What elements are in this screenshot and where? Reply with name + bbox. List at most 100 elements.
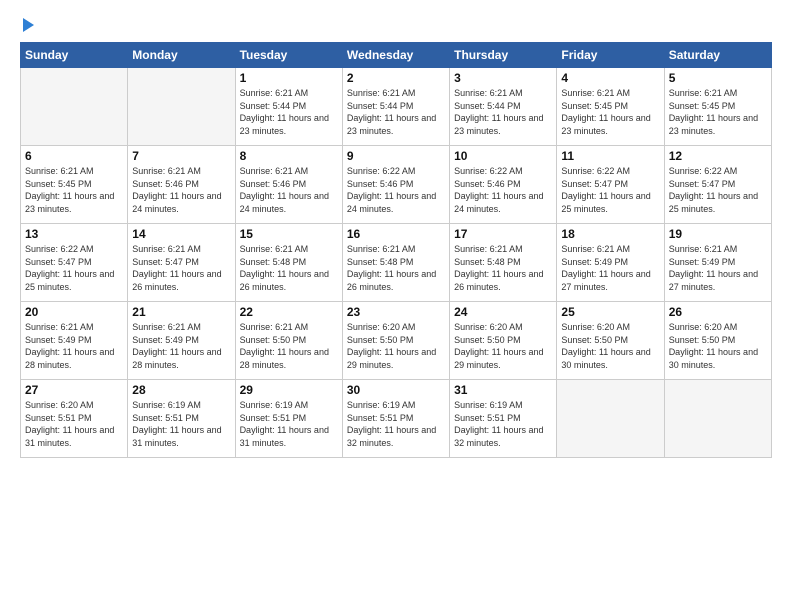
day-number: 28: [132, 383, 230, 397]
day-info: Sunrise: 6:21 AM Sunset: 5:48 PM Dayligh…: [347, 243, 445, 293]
day-info: Sunrise: 6:21 AM Sunset: 5:46 PM Dayligh…: [132, 165, 230, 215]
day-info: Sunrise: 6:21 AM Sunset: 5:46 PM Dayligh…: [240, 165, 338, 215]
day-number: 10: [454, 149, 552, 163]
calendar-cell: 24 Sunrise: 6:20 AM Sunset: 5:50 PM Dayli…: [450, 302, 557, 380]
day-info: Sunrise: 6:21 AM Sunset: 5:48 PM Dayligh…: [454, 243, 552, 293]
day-number: 12: [669, 149, 767, 163]
day-number: 1: [240, 71, 338, 85]
calendar-cell: 2 Sunrise: 6:21 AM Sunset: 5:44 PM Daylig…: [342, 68, 449, 146]
day-info: Sunrise: 6:21 AM Sunset: 5:45 PM Dayligh…: [25, 165, 123, 215]
calendar-cell: 3 Sunrise: 6:21 AM Sunset: 5:44 PM Daylig…: [450, 68, 557, 146]
day-number: 17: [454, 227, 552, 241]
day-info: Sunrise: 6:22 AM Sunset: 5:47 PM Dayligh…: [25, 243, 123, 293]
day-number: 4: [561, 71, 659, 85]
day-info: Sunrise: 6:22 AM Sunset: 5:46 PM Dayligh…: [347, 165, 445, 215]
day-number: 11: [561, 149, 659, 163]
day-info: Sunrise: 6:21 AM Sunset: 5:44 PM Dayligh…: [347, 87, 445, 137]
week-row-4: 20 Sunrise: 6:21 AM Sunset: 5:49 PM Dayli…: [21, 302, 772, 380]
calendar: SundayMondayTuesdayWednesdayThursdayFrid…: [20, 42, 772, 458]
day-number: 13: [25, 227, 123, 241]
calendar-body: 1 Sunrise: 6:21 AM Sunset: 5:44 PM Daylig…: [21, 68, 772, 458]
calendar-cell: 26 Sunrise: 6:20 AM Sunset: 5:50 PM Dayli…: [664, 302, 771, 380]
day-info: Sunrise: 6:20 AM Sunset: 5:50 PM Dayligh…: [454, 321, 552, 371]
calendar-cell: 15 Sunrise: 6:21 AM Sunset: 5:48 PM Dayli…: [235, 224, 342, 302]
day-info: Sunrise: 6:21 AM Sunset: 5:45 PM Dayligh…: [669, 87, 767, 137]
calendar-cell: 16 Sunrise: 6:21 AM Sunset: 5:48 PM Dayli…: [342, 224, 449, 302]
logo: [20, 18, 34, 32]
day-info: Sunrise: 6:20 AM Sunset: 5:50 PM Dayligh…: [669, 321, 767, 371]
day-number: 2: [347, 71, 445, 85]
day-number: 20: [25, 305, 123, 319]
day-info: Sunrise: 6:19 AM Sunset: 5:51 PM Dayligh…: [454, 399, 552, 449]
day-info: Sunrise: 6:19 AM Sunset: 5:51 PM Dayligh…: [240, 399, 338, 449]
calendar-header-sunday: Sunday: [21, 43, 128, 68]
day-number: 30: [347, 383, 445, 397]
day-info: Sunrise: 6:21 AM Sunset: 5:44 PM Dayligh…: [454, 87, 552, 137]
calendar-cell: [128, 68, 235, 146]
day-info: Sunrise: 6:21 AM Sunset: 5:44 PM Dayligh…: [240, 87, 338, 137]
calendar-cell: 8 Sunrise: 6:21 AM Sunset: 5:46 PM Daylig…: [235, 146, 342, 224]
calendar-cell: 14Sunrise: 6:21 AM Sunset: 5:47 PM Dayli…: [128, 224, 235, 302]
day-number: 18: [561, 227, 659, 241]
day-info: Sunrise: 6:22 AM Sunset: 5:46 PM Dayligh…: [454, 165, 552, 215]
calendar-cell: 31 Sunrise: 6:19 AM Sunset: 5:51 PM Dayli…: [450, 380, 557, 458]
calendar-cell: 13 Sunrise: 6:22 AM Sunset: 5:47 PM Dayli…: [21, 224, 128, 302]
calendar-cell: 4 Sunrise: 6:21 AM Sunset: 5:45 PM Daylig…: [557, 68, 664, 146]
day-number: 9: [347, 149, 445, 163]
day-number: 3: [454, 71, 552, 85]
day-number: 16: [347, 227, 445, 241]
calendar-cell: 1 Sunrise: 6:21 AM Sunset: 5:44 PM Daylig…: [235, 68, 342, 146]
calendar-cell: 7 Sunrise: 6:21 AM Sunset: 5:46 PM Daylig…: [128, 146, 235, 224]
calendar-cell: 27Sunrise: 6:20 AM Sunset: 5:51 PM Dayli…: [21, 380, 128, 458]
day-number: 25: [561, 305, 659, 319]
day-info: Sunrise: 6:21 AM Sunset: 5:49 PM Dayligh…: [132, 321, 230, 371]
day-number: 15: [240, 227, 338, 241]
day-number: 8: [240, 149, 338, 163]
day-info: Sunrise: 6:20 AM Sunset: 5:50 PM Dayligh…: [561, 321, 659, 371]
day-number: 19: [669, 227, 767, 241]
day-info: Sunrise: 6:22 AM Sunset: 5:47 PM Dayligh…: [669, 165, 767, 215]
day-info: Sunrise: 6:21 AM Sunset: 5:48 PM Dayligh…: [240, 243, 338, 293]
calendar-cell: 6Sunrise: 6:21 AM Sunset: 5:45 PM Daylig…: [21, 146, 128, 224]
calendar-header-friday: Friday: [557, 43, 664, 68]
calendar-cell: 30 Sunrise: 6:19 AM Sunset: 5:51 PM Dayli…: [342, 380, 449, 458]
calendar-header-row: SundayMondayTuesdayWednesdayThursdayFrid…: [21, 43, 772, 68]
day-info: Sunrise: 6:22 AM Sunset: 5:47 PM Dayligh…: [561, 165, 659, 215]
calendar-cell: 28 Sunrise: 6:19 AM Sunset: 5:51 PM Dayli…: [128, 380, 235, 458]
calendar-header-thursday: Thursday: [450, 43, 557, 68]
calendar-cell: [557, 380, 664, 458]
calendar-header-saturday: Saturday: [664, 43, 771, 68]
page: SundayMondayTuesdayWednesdayThursdayFrid…: [0, 0, 792, 612]
day-info: Sunrise: 6:21 AM Sunset: 5:49 PM Dayligh…: [561, 243, 659, 293]
calendar-cell: [21, 68, 128, 146]
day-info: Sunrise: 6:21 AM Sunset: 5:45 PM Dayligh…: [561, 87, 659, 137]
day-number: 7: [132, 149, 230, 163]
week-row-3: 13 Sunrise: 6:22 AM Sunset: 5:47 PM Dayli…: [21, 224, 772, 302]
day-number: 22: [240, 305, 338, 319]
calendar-cell: 5 Sunrise: 6:21 AM Sunset: 5:45 PM Daylig…: [664, 68, 771, 146]
calendar-cell: 9 Sunrise: 6:22 AM Sunset: 5:46 PM Daylig…: [342, 146, 449, 224]
calendar-header-wednesday: Wednesday: [342, 43, 449, 68]
day-info: Sunrise: 6:20 AM Sunset: 5:50 PM Dayligh…: [347, 321, 445, 371]
week-row-5: 27Sunrise: 6:20 AM Sunset: 5:51 PM Dayli…: [21, 380, 772, 458]
day-number: 31: [454, 383, 552, 397]
week-row-1: 1 Sunrise: 6:21 AM Sunset: 5:44 PM Daylig…: [21, 68, 772, 146]
day-info: Sunrise: 6:21 AM Sunset: 5:49 PM Dayligh…: [669, 243, 767, 293]
calendar-cell: 20Sunrise: 6:21 AM Sunset: 5:49 PM Dayli…: [21, 302, 128, 380]
week-row-2: 6Sunrise: 6:21 AM Sunset: 5:45 PM Daylig…: [21, 146, 772, 224]
calendar-cell: 11 Sunrise: 6:22 AM Sunset: 5:47 PM Dayli…: [557, 146, 664, 224]
calendar-cell: 21Sunrise: 6:21 AM Sunset: 5:49 PM Dayli…: [128, 302, 235, 380]
calendar-cell: 12 Sunrise: 6:22 AM Sunset: 5:47 PM Dayli…: [664, 146, 771, 224]
calendar-cell: [664, 380, 771, 458]
day-info: Sunrise: 6:19 AM Sunset: 5:51 PM Dayligh…: [347, 399, 445, 449]
day-number: 24: [454, 305, 552, 319]
day-number: 29: [240, 383, 338, 397]
day-number: 26: [669, 305, 767, 319]
calendar-cell: 18 Sunrise: 6:21 AM Sunset: 5:49 PM Dayli…: [557, 224, 664, 302]
day-info: Sunrise: 6:21 AM Sunset: 5:47 PM Dayligh…: [132, 243, 230, 293]
calendar-cell: 10 Sunrise: 6:22 AM Sunset: 5:46 PM Dayli…: [450, 146, 557, 224]
day-info: Sunrise: 6:19 AM Sunset: 5:51 PM Dayligh…: [132, 399, 230, 449]
day-number: 5: [669, 71, 767, 85]
calendar-header-tuesday: Tuesday: [235, 43, 342, 68]
calendar-cell: 19 Sunrise: 6:21 AM Sunset: 5:49 PM Dayli…: [664, 224, 771, 302]
